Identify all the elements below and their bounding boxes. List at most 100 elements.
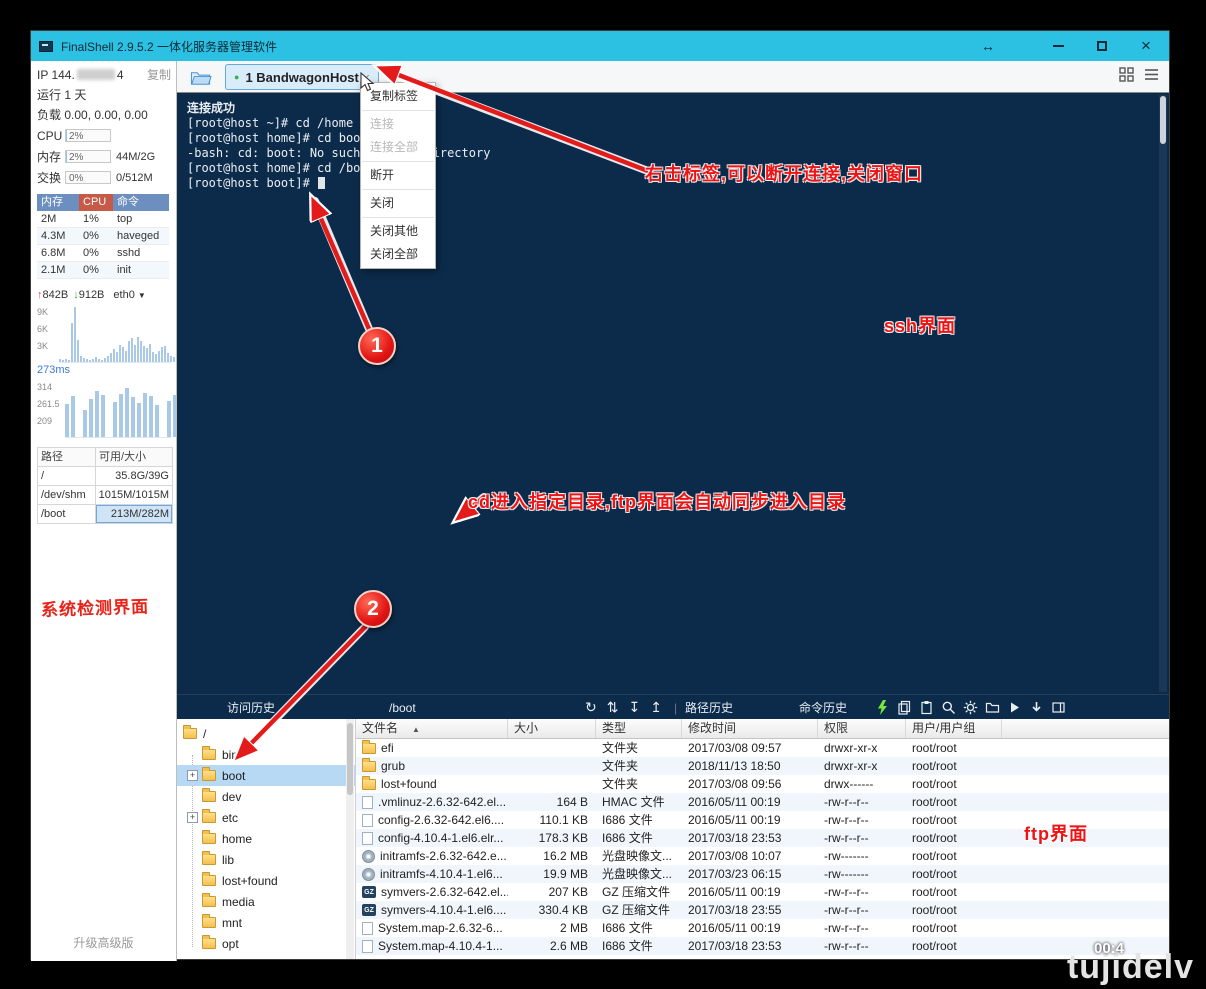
play-icon[interactable] xyxy=(1007,700,1022,715)
file-row[interactable]: initramfs-4.10.4-1.el6... 19.9 MB 光盘映像文.… xyxy=(356,865,1169,883)
chart-bar xyxy=(86,359,88,362)
upgrade-link[interactable]: 升级高级版 xyxy=(31,934,176,951)
refresh-icon[interactable]: ↻ xyxy=(585,699,597,716)
tab-bandwagonhost[interactable]: ● 1 BandwagonHost × xyxy=(225,64,379,90)
list-layout-icon[interactable] xyxy=(1144,67,1159,87)
context-menu-item[interactable]: 关闭 xyxy=(361,192,435,215)
tree-item[interactable]: + mnt xyxy=(177,912,355,933)
upload-icon[interactable]: ↥ xyxy=(650,699,662,716)
file-row[interactable]: efi 文件夹 2017/03/08 09:57 drwxr-xr-x root… xyxy=(356,739,1169,757)
header-owner[interactable]: 用户/用户组 xyxy=(906,719,1002,738)
process-header-command[interactable]: 命令 xyxy=(113,194,169,211)
grid-layout-icon[interactable] xyxy=(1119,67,1134,87)
process-row[interactable]: 6.8M 0% sshd xyxy=(37,245,169,262)
chart-bar xyxy=(155,405,159,437)
titlebar[interactable]: FinalShell 2.9.5.2 一体化服务器管理软件 ↔ × xyxy=(31,31,1169,61)
context-menu-item[interactable]: 断开 xyxy=(361,164,435,187)
file-icon xyxy=(362,743,376,754)
context-menu-item[interactable]: 关闭全部 xyxy=(361,243,435,266)
expand-icon[interactable]: + xyxy=(187,812,198,823)
context-menu-item[interactable]: 复制标签 xyxy=(361,85,435,108)
header-permission[interactable]: 权限 xyxy=(818,719,906,738)
disk-size: 1015M/1015M xyxy=(96,486,173,505)
gear-icon[interactable] xyxy=(963,700,978,715)
download-icon[interactable]: ↧ xyxy=(628,699,640,716)
file-owner: root/root xyxy=(906,830,1002,847)
command-history-dropdown[interactable]: 命令历史 xyxy=(799,695,847,720)
header-filename[interactable]: 文件名▲ xyxy=(356,719,508,738)
toolbar-divider: | xyxy=(674,695,677,720)
chart-bar xyxy=(149,344,151,362)
tree-item[interactable]: + lost+found xyxy=(177,870,355,891)
file-row[interactable]: lost+found 文件夹 2017/03/08 09:56 drwx----… xyxy=(356,775,1169,793)
disk-path: / xyxy=(38,467,96,486)
folder-icon xyxy=(202,896,216,907)
copy-icon[interactable] xyxy=(897,700,912,715)
terminal-scrollbar[interactable] xyxy=(1159,95,1167,692)
transfer-icon[interactable]: ⇅ xyxy=(607,699,619,716)
scrollbar-thumb[interactable] xyxy=(1160,96,1166,144)
header-type[interactable]: 类型 xyxy=(596,719,682,738)
process-header-cpu[interactable]: CPU xyxy=(79,194,113,211)
proc-mem: 2.1M xyxy=(37,262,79,278)
file-perm: drwx------ xyxy=(818,776,906,793)
tree-item[interactable]: + lib xyxy=(177,849,355,870)
context-menu-item[interactable]: 连接 xyxy=(361,113,435,136)
copy-ip-button[interactable]: 复制 xyxy=(147,66,171,83)
close-button[interactable]: × xyxy=(1131,31,1161,61)
header-mtime[interactable]: 修改时间 xyxy=(682,719,818,738)
header-size[interactable]: 大小 xyxy=(508,719,596,738)
process-row[interactable]: 4.3M 0% haveged xyxy=(37,228,169,245)
paste-icon[interactable] xyxy=(919,700,934,715)
file-row[interactable]: config-2.6.32-642.el6.... 110.1 KB I686 … xyxy=(356,811,1169,829)
ssh-terminal[interactable]: 连接成功[root@host ~]# cd /home[root@host ho… xyxy=(177,93,1169,694)
tree-scrollbar[interactable] xyxy=(346,719,354,959)
download-arrow-icon[interactable] xyxy=(1029,700,1044,715)
file-size: 19.9 MB xyxy=(508,866,596,883)
process-row[interactable]: 2.1M 0% init xyxy=(37,262,169,279)
resize-icon[interactable]: ↔ xyxy=(975,31,1001,61)
tree-item[interactable]: + bin xyxy=(177,744,355,765)
context-menu-item[interactable]: 关闭其他 xyxy=(361,220,435,243)
file-mtime: 2016/05/11 00:19 xyxy=(682,884,818,901)
header-filler xyxy=(1002,719,1169,738)
tree-item[interactable]: + etc xyxy=(177,807,355,828)
interface-selector[interactable]: eth0▼ xyxy=(113,289,145,301)
expand-icon[interactable]: + xyxy=(187,770,198,781)
search-icon[interactable] xyxy=(941,700,956,715)
ping-chart: 314 261.5 209 xyxy=(37,380,173,438)
tree-item[interactable]: + opt xyxy=(177,933,355,954)
access-history-dropdown[interactable]: 访问历史 xyxy=(227,695,275,720)
file-row[interactable]: config-4.10.4-1.el6.elr... 178.3 KB I686… xyxy=(356,829,1169,847)
file-row[interactable]: System.map-2.6.32-6... 2 MB I686 文件 2016… xyxy=(356,919,1169,937)
file-row[interactable]: GZsymvers-2.6.32-642.el... 207 KB GZ 压缩文… xyxy=(356,883,1169,901)
tree-item[interactable]: + media xyxy=(177,891,355,912)
tree-item-label: opt xyxy=(222,937,239,951)
open-connection-button[interactable] xyxy=(187,66,215,88)
path-history-dropdown[interactable]: 路径历史 xyxy=(685,695,733,720)
file-size: 2.6 MB xyxy=(508,938,596,955)
context-menu-item[interactable]: 连接全部 xyxy=(361,136,435,159)
file-row[interactable]: grub 文件夹 2018/11/13 18:50 drwxr-xr-x roo… xyxy=(356,757,1169,775)
maximize-button[interactable] xyxy=(1087,31,1117,61)
chart-bar xyxy=(65,404,69,437)
process-row[interactable]: 2M 1% top xyxy=(37,211,169,228)
file-row[interactable]: System.map-4.10.4-1... 2.6 MB I686 文件 20… xyxy=(356,937,1169,955)
tree-item[interactable]: / xyxy=(177,723,355,744)
disk-row: / 35.8G/39G xyxy=(38,467,173,486)
file-row[interactable]: GZsymvers-4.10.4-1.el6.... 330.4 KB GZ 压… xyxy=(356,901,1169,919)
folder-icon[interactable] xyxy=(985,700,1000,715)
tree-item-label: media xyxy=(222,895,255,909)
tree-item[interactable]: + boot xyxy=(177,765,355,786)
file-row[interactable]: initramfs-2.6.32-642.e... 16.2 MB 光盘映像文.… xyxy=(356,847,1169,865)
minimize-button[interactable] xyxy=(1043,31,1073,61)
terminal-line: [root@host boot]# xyxy=(187,176,1147,191)
current-path-field[interactable]: /boot xyxy=(389,695,559,720)
panel-layout-icon[interactable] xyxy=(1051,700,1066,715)
scrollbar-thumb[interactable] xyxy=(347,723,353,795)
quick-command-icon[interactable] xyxy=(875,700,890,715)
tree-item[interactable]: + home xyxy=(177,828,355,849)
tree-item[interactable]: + dev xyxy=(177,786,355,807)
file-row[interactable]: .vmlinuz-2.6.32-642.el... 164 B HMAC 文件 … xyxy=(356,793,1169,811)
process-header-memory[interactable]: 内存 xyxy=(37,194,79,211)
